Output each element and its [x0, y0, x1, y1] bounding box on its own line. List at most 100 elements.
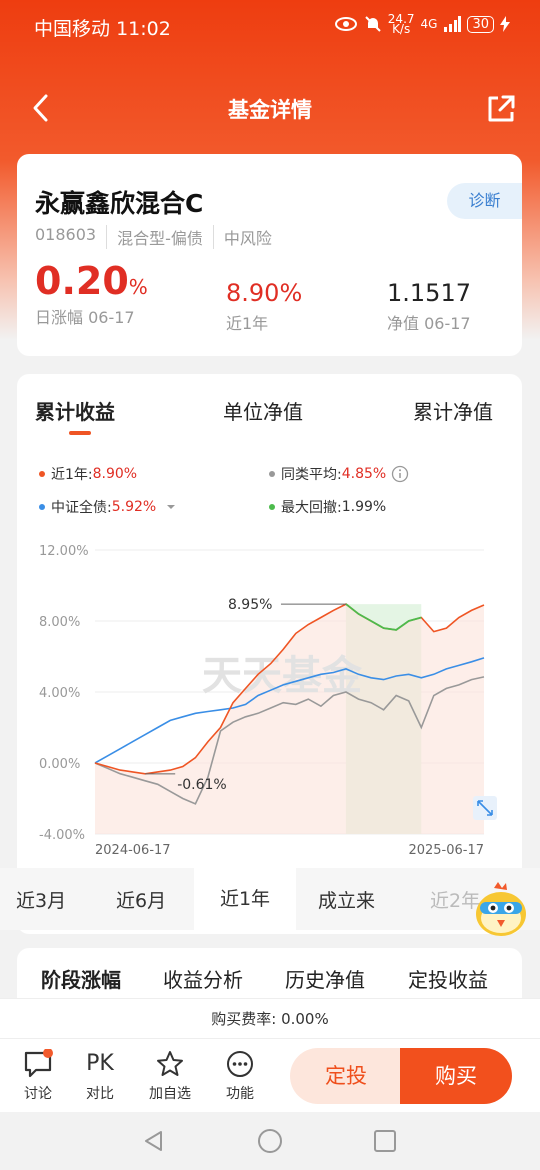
- range-6m[interactable]: 近6月: [116, 886, 166, 913]
- nav-label: 净值 06-17: [387, 314, 471, 333]
- mascot-icon[interactable]: [472, 880, 530, 942]
- legend-drawdown-value: 1.99%: [341, 499, 387, 515]
- range-since-inception[interactable]: 成立来: [318, 886, 375, 913]
- tab-history-nav[interactable]: 历史净值: [285, 964, 365, 993]
- legend-drawdown-dot: [269, 504, 275, 510]
- tab-stage-return[interactable]: 阶段涨幅: [41, 964, 121, 993]
- tab-cumulative-nav[interactable]: 累计净值: [413, 396, 493, 425]
- page-title: 基金详情: [228, 98, 312, 122]
- legend-index-label: 中证全债:: [51, 500, 112, 516]
- more-icon: [227, 1051, 253, 1077]
- y-tick-label: 4.00%: [39, 686, 80, 701]
- fund-name: 永赢鑫欣混合C: [35, 189, 204, 218]
- favorite-button[interactable]: 加自选: [145, 1049, 195, 1103]
- daily-change-metric: 0.20% 日涨幅 06-17: [35, 262, 148, 328]
- y-tick-label: 12.00%: [39, 544, 89, 559]
- legend-peer-value: 4.85%: [341, 466, 387, 482]
- y-tick-label: -4.00%: [39, 828, 85, 843]
- legend-fund: 近1年: 8.90%: [39, 464, 137, 484]
- chart-card: 累计收益 单位净值 累计净值 近1年: 8.90% 同类平均: 4.85% 中证全债…: [17, 374, 522, 934]
- fund-tags: 018603 混合型-偏债 中风险: [35, 225, 292, 249]
- tab-unit-nav[interactable]: 单位净值: [223, 396, 303, 425]
- legend-index-dot: [39, 504, 45, 510]
- legend-drawdown-label: 最大回撤:: [281, 500, 342, 516]
- buy-button[interactable]: 购买: [400, 1048, 512, 1104]
- x-end-label: 2025-06-17: [408, 843, 484, 858]
- fund-risk: 中风险: [223, 229, 272, 248]
- max-annotation: 8.95%: [228, 597, 272, 613]
- carrier-label: 中国移动: [34, 18, 111, 40]
- nav-recent-icon[interactable]: [373, 1129, 397, 1153]
- y-tick-label: 0.00%: [39, 757, 80, 772]
- fund-summary-card: 永赢鑫欣混合C 诊断 018603 混合型-偏债 中风险 0.20% 日涨幅 0…: [17, 154, 522, 356]
- chat-bubble-icon: [24, 1049, 53, 1078]
- range-selector: 近3月 近6月 近1年 成立来 近2年: [0, 868, 540, 930]
- signal-icon: [444, 16, 462, 32]
- compare-button[interactable]: PK 对比: [75, 1049, 125, 1103]
- expand-icon[interactable]: [473, 796, 497, 820]
- mute-bell-icon: [365, 16, 381, 32]
- status-icons: 24.7 K/s 4G 30: [334, 13, 510, 36]
- range-1y[interactable]: 近1年: [194, 868, 296, 930]
- daily-change-value-row: 0.20%: [35, 262, 148, 302]
- legend-peer-label: 同类平均:: [281, 467, 342, 483]
- legend-fund-label: 近1年:: [51, 467, 93, 483]
- year-return-label: 近1年: [226, 314, 269, 333]
- legend-peer: 同类平均: 4.85%: [269, 464, 409, 484]
- nav-metric: 1.1517 净值 06-17: [387, 278, 471, 334]
- star-icon: [157, 1051, 183, 1076]
- status-time: 中国移动 11:02: [34, 14, 171, 41]
- dropdown-arrow-icon[interactable]: [164, 502, 178, 512]
- watermark: 天天基金: [202, 652, 363, 699]
- share-icon[interactable]: [482, 90, 518, 126]
- diagnose-button[interactable]: 诊断: [447, 183, 522, 219]
- tab-return-analysis[interactable]: 收益分析: [163, 964, 243, 993]
- year-return-value: 8.90%: [226, 279, 303, 307]
- auto-invest-button[interactable]: 定投: [290, 1048, 402, 1104]
- daily-change-unit: %: [128, 275, 148, 299]
- legend-fund-value: 8.90%: [92, 466, 138, 482]
- nav-bar: 基金详情: [0, 78, 540, 138]
- discuss-label: 讨论: [24, 1086, 52, 1102]
- return-chart[interactable]: 12.00% 8.00% 4.00% 0.00% -4.00% 天天基金 8.95% -0.6…: [17, 534, 522, 864]
- discuss-button[interactable]: 讨论: [13, 1049, 63, 1103]
- functions-button[interactable]: 功能: [215, 1049, 265, 1103]
- fund-code: 018603: [35, 225, 108, 249]
- active-tab-underline: [69, 431, 91, 435]
- legend-peer-dot: [269, 471, 275, 477]
- y-tick-label: 8.00%: [39, 615, 80, 630]
- eye-icon: [334, 17, 357, 31]
- net-speed: 24.7 K/s: [388, 13, 415, 36]
- system-nav-bar: [0, 1112, 540, 1170]
- functions-label: 功能: [226, 1086, 254, 1102]
- battery-icon: 30: [467, 15, 494, 33]
- info-icon[interactable]: [391, 465, 409, 483]
- legend-index-value: 5.92%: [111, 499, 157, 515]
- chart-tabs: 累计收益 单位净值 累计净值: [17, 396, 522, 426]
- nav-value: 1.1517: [387, 279, 471, 307]
- favorite-label: 加自选: [149, 1086, 191, 1102]
- net-speed-unit: K/s: [392, 22, 411, 36]
- legend-index[interactable]: 中证全债: 5.92%: [39, 497, 178, 517]
- daily-change-label: 日涨幅 06-17: [35, 308, 135, 327]
- tab-auto-invest-return[interactable]: 定投收益: [408, 964, 488, 993]
- bottom-toolbar: 讨论 PK 对比 加自选 功能 定投 购买: [0, 1038, 540, 1112]
- daily-change-value: 0.20: [35, 259, 129, 303]
- legend-drawdown: 最大回撤: 1.99%: [269, 497, 386, 517]
- clock: 11:02: [116, 18, 171, 40]
- tab-cumulative-return[interactable]: 累计收益: [35, 396, 115, 425]
- nav-home-icon[interactable]: [257, 1128, 283, 1154]
- fund-type: 混合型-偏债: [117, 225, 214, 249]
- purchase-fee: 购买费率: 0.00%: [0, 998, 540, 1038]
- nav-back-icon[interactable]: [142, 1129, 166, 1153]
- fund-area: [95, 604, 484, 834]
- stage-tabs: 阶段涨幅 收益分析 历史净值 定投收益: [17, 948, 522, 1000]
- charging-icon: [500, 16, 510, 32]
- x-start-label: 2024-06-17: [95, 843, 171, 858]
- status-bar: 中国移动 11:02 24.7 K/s 4G 30: [0, 0, 540, 52]
- pk-icon: PK: [86, 1051, 114, 1076]
- range-3m[interactable]: 近3月: [16, 886, 66, 913]
- min-annotation: -0.61%: [177, 777, 227, 793]
- network-label: 4G: [420, 17, 438, 31]
- year-return-metric: 8.90% 近1年: [226, 278, 302, 334]
